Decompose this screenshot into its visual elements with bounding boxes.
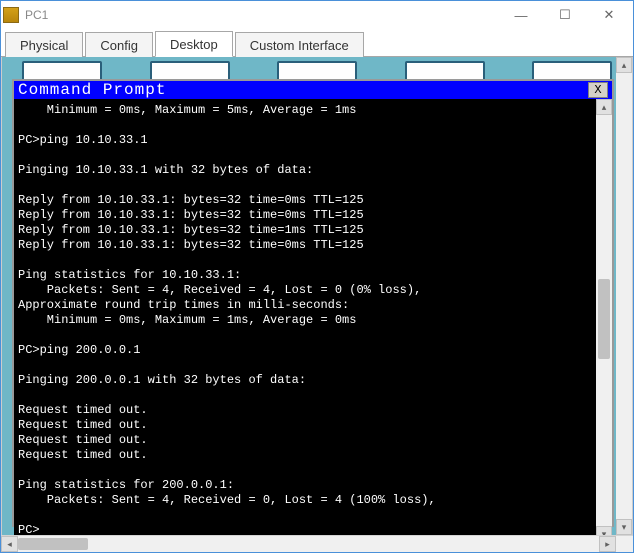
scroll-down-icon[interactable]: ▾: [616, 519, 632, 535]
scroll-down-icon[interactable]: ▾: [596, 526, 612, 535]
command-prompt-output[interactable]: Minimum = 0ms, Maximum = 5ms, Average = …: [14, 99, 596, 535]
command-prompt-title: Command Prompt: [18, 81, 588, 99]
command-prompt-scrollbar[interactable]: ▴ ▾: [596, 99, 612, 535]
outer-vertical-scrollbar[interactable]: ▴ ▾: [616, 57, 632, 535]
tab-physical[interactable]: Physical: [5, 32, 83, 57]
scroll-left-icon[interactable]: ◂: [1, 536, 18, 552]
app-icon: [3, 7, 19, 23]
command-prompt-body: Minimum = 0ms, Maximum = 5ms, Average = …: [14, 99, 612, 535]
titlebar: PC1 — ☐ ✕: [1, 1, 633, 29]
hscroll-track[interactable]: [18, 536, 599, 552]
command-prompt-titlebar: Command Prompt X: [14, 81, 612, 99]
window-title: PC1: [25, 8, 48, 22]
app-window: PC1 — ☐ ✕ Physical Config Desktop Custom…: [0, 0, 634, 553]
minimize-button[interactable]: —: [499, 1, 543, 29]
close-button[interactable]: ✕: [587, 1, 631, 29]
tab-bar: Physical Config Desktop Custom Interface: [1, 29, 633, 57]
scroll-thumb[interactable]: [598, 279, 610, 359]
scroll-track[interactable]: [596, 115, 612, 526]
scroll-right-icon[interactable]: ▸: [599, 536, 616, 552]
maximize-button[interactable]: ☐: [543, 1, 587, 29]
desktop-area: Command Prompt X Minimum = 0ms, Maximum …: [1, 57, 633, 535]
horizontal-scrollbar[interactable]: ◂ ▸: [1, 535, 633, 552]
scroll-up-icon[interactable]: ▴: [596, 99, 612, 115]
scroll-corner: [616, 536, 633, 552]
command-prompt-close-button[interactable]: X: [588, 82, 608, 98]
scroll-up-icon[interactable]: ▴: [616, 57, 632, 73]
tab-config[interactable]: Config: [85, 32, 153, 57]
hscroll-thumb[interactable]: [18, 538, 88, 550]
tab-custom-interface[interactable]: Custom Interface: [235, 32, 364, 57]
tab-desktop[interactable]: Desktop: [155, 31, 233, 57]
command-prompt-window: Command Prompt X Minimum = 0ms, Maximum …: [12, 79, 614, 527]
